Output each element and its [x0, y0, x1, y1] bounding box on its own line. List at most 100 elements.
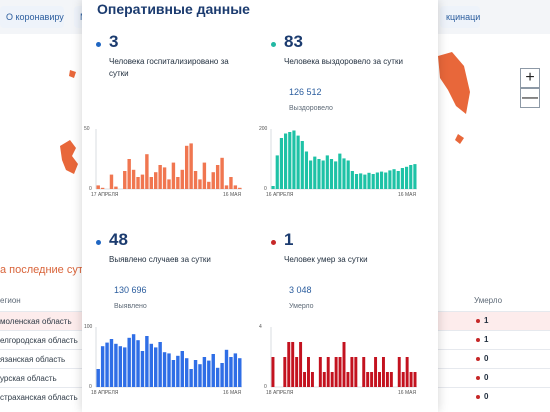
chart-bar[interactable]: [105, 342, 109, 387]
zoom-out-button[interactable]: —: [520, 88, 540, 108]
chart-bar[interactable]: [401, 372, 405, 387]
chart-bar[interactable]: [220, 363, 224, 387]
chart-bar[interactable]: [96, 369, 100, 387]
chart-bar[interactable]: [123, 347, 127, 387]
chart-bar[interactable]: [283, 357, 287, 387]
chart-bar[interactable]: [136, 177, 140, 189]
chart-bar[interactable]: [405, 357, 409, 387]
chart-bar[interactable]: [140, 351, 145, 387]
chart-bar[interactable]: [334, 161, 338, 189]
chart-bar[interactable]: [303, 372, 307, 387]
chart-bar[interactable]: [271, 186, 275, 189]
zoom-in-button[interactable]: +: [520, 68, 540, 88]
chart-bar[interactable]: [184, 358, 189, 387]
chart-bar[interactable]: [309, 160, 313, 190]
map-region-east[interactable]: [438, 52, 470, 114]
chart-bar[interactable]: [211, 172, 215, 189]
chart-bar[interactable]: [338, 357, 342, 387]
chart-bar[interactable]: [304, 151, 309, 190]
chart-bar[interactable]: [350, 171, 354, 189]
chart-bar[interactable]: [321, 160, 325, 190]
chart-bar[interactable]: [162, 167, 167, 189]
chart-bar[interactable]: [198, 179, 202, 189]
chart-bar[interactable]: [127, 159, 131, 189]
chart-bar[interactable]: [291, 342, 295, 387]
chart-bar[interactable]: [409, 165, 413, 189]
chart-bar[interactable]: [180, 351, 184, 387]
chart-bar[interactable]: [202, 357, 207, 387]
chart-bar[interactable]: [189, 143, 193, 189]
chart-bar[interactable]: [413, 164, 417, 189]
chart-bar[interactable]: [233, 185, 238, 189]
chart-bar[interactable]: [292, 130, 296, 190]
chart-bar[interactable]: [307, 357, 310, 387]
chart-bar[interactable]: [193, 171, 198, 189]
chart-bar[interactable]: [384, 172, 388, 190]
chart-bar[interactable]: [313, 156, 317, 189]
chart-bar[interactable]: [329, 159, 334, 189]
chart-bar[interactable]: [392, 169, 396, 189]
chart-bar[interactable]: [354, 174, 359, 189]
chart-bar[interactable]: [413, 372, 417, 387]
chart-bar[interactable]: [118, 346, 123, 387]
chart-bar[interactable]: [100, 346, 105, 387]
nav-item-vaccination[interactable]: кцинация ▾: [440, 6, 480, 28]
chart-bar[interactable]: [198, 364, 202, 387]
chart-bar[interactable]: [342, 158, 346, 189]
chart-bar[interactable]: [317, 159, 321, 189]
chart-bar[interactable]: [158, 342, 162, 387]
chart-bar[interactable]: [363, 174, 367, 189]
chart-bar[interactable]: [96, 185, 100, 189]
chart-bar[interactable]: [149, 343, 154, 387]
chart-bar[interactable]: [176, 177, 180, 189]
chart-bar[interactable]: [326, 357, 330, 387]
chart-bar[interactable]: [396, 171, 400, 189]
chart-bar[interactable]: [279, 138, 284, 189]
chart-bar[interactable]: [109, 174, 114, 189]
chart-bar[interactable]: [193, 360, 198, 387]
chart-bar[interactable]: [362, 357, 366, 387]
chart-bar[interactable]: [131, 169, 136, 189]
chart-bar[interactable]: [233, 353, 238, 387]
chart-bar[interactable]: [370, 372, 374, 387]
chart-bar[interactable]: [167, 179, 171, 189]
chart-bar[interactable]: [381, 357, 385, 387]
chart-bar[interactable]: [389, 372, 393, 387]
chart-bar[interactable]: [409, 372, 413, 387]
chart-bar[interactable]: [296, 135, 300, 189]
map-region-east-small[interactable]: [455, 134, 464, 144]
chart-bar[interactable]: [154, 172, 158, 189]
chart-bar[interactable]: [162, 352, 167, 387]
chart-bar[interactable]: [131, 334, 136, 387]
chart-bar[interactable]: [140, 174, 145, 189]
chart-bar[interactable]: [229, 177, 233, 189]
chart-bar[interactable]: [224, 349, 229, 387]
chart-bar[interactable]: [176, 355, 180, 387]
chart-bar[interactable]: [330, 372, 334, 387]
chart-bar[interactable]: [388, 170, 392, 189]
chart-bar[interactable]: [180, 169, 184, 189]
chart-bar[interactable]: [167, 353, 171, 387]
chart-bar[interactable]: [275, 155, 279, 189]
chart-bar[interactable]: [288, 132, 292, 189]
chart-bar[interactable]: [359, 173, 363, 189]
chart-bar[interactable]: [354, 357, 358, 387]
chart-bar[interactable]: [238, 187, 242, 189]
chart-bar[interactable]: [397, 357, 401, 387]
chart-bar[interactable]: [184, 145, 189, 189]
chart-bar[interactable]: [346, 372, 350, 387]
chart-bar[interactable]: [114, 186, 118, 189]
chart-bar[interactable]: [207, 360, 211, 387]
chart-bar[interactable]: [366, 372, 370, 387]
chart-bar[interactable]: [100, 187, 105, 189]
chart-bar[interactable]: [238, 358, 242, 387]
chart-bar[interactable]: [374, 357, 378, 387]
chart-bar[interactable]: [375, 172, 379, 190]
nav-item-about-covid[interactable]: О коронавирусе ▾: [0, 6, 64, 28]
chart-bar[interactable]: [371, 174, 375, 189]
chart-bar[interactable]: [145, 154, 149, 189]
chart-bar[interactable]: [322, 372, 326, 387]
chart-bar[interactable]: [211, 354, 215, 387]
chart-bar[interactable]: [310, 372, 314, 387]
chart-bar[interactable]: [215, 165, 220, 189]
